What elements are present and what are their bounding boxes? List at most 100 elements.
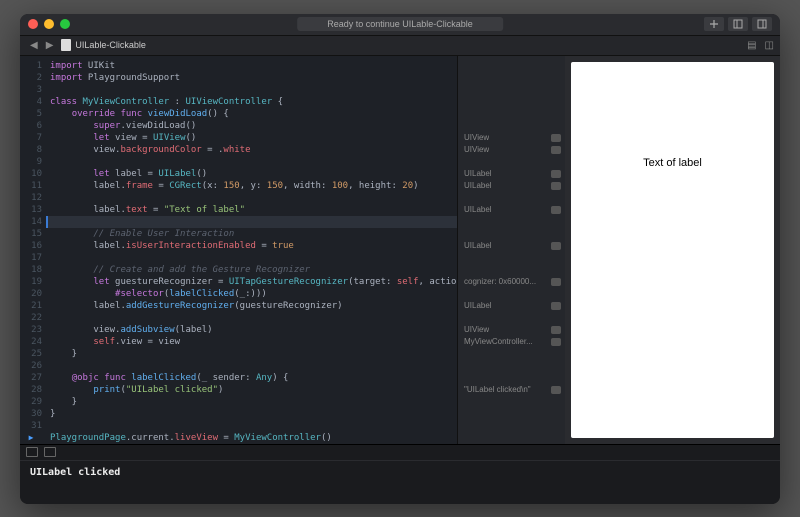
live-view-canvas[interactable]: Text of label — [571, 62, 774, 438]
line-number: 22 — [20, 312, 42, 324]
add-button[interactable] — [704, 17, 724, 31]
line-number: 2 — [20, 72, 42, 84]
result-label: UIView — [464, 324, 489, 336]
code-line[interactable]: import UIKit — [50, 60, 457, 72]
debug-console: UILabel clicked — [20, 444, 780, 504]
quicklook-icon[interactable] — [551, 302, 561, 310]
code-line[interactable]: import PlaygroundSupport — [50, 72, 457, 84]
console-variables-toggle[interactable] — [26, 447, 38, 457]
quicklook-icon[interactable] — [551, 206, 561, 214]
zoom-window-button[interactable] — [60, 19, 70, 29]
code-line[interactable] — [46, 216, 457, 228]
code-line[interactable]: } — [50, 408, 457, 420]
nav-forward-button[interactable]: ▶ — [42, 40, 58, 51]
result-label: UILabel — [464, 180, 492, 192]
quicklook-icon[interactable] — [551, 338, 561, 346]
result-row — [464, 192, 561, 204]
code-line[interactable] — [50, 360, 457, 372]
code-line[interactable]: let view = UIView() — [50, 132, 457, 144]
code-line[interactable]: print("UILabel clicked") — [50, 384, 457, 396]
code-line[interactable]: override func viewDidLoad() { — [50, 108, 457, 120]
line-number: 10 — [20, 168, 42, 180]
result-row — [464, 288, 561, 300]
breadcrumb[interactable]: UILable-Clickable — [61, 39, 146, 51]
line-number: 18 — [20, 264, 42, 276]
line-number: 8 — [20, 144, 42, 156]
code-line[interactable]: #selector(labelClicked(_:))) — [50, 288, 457, 300]
code-line[interactable]: let label = UILabel() — [50, 168, 457, 180]
result-label: "UILabel clicked\n" — [464, 384, 531, 396]
code-line[interactable]: // Create and add the Gesture Recognizer — [50, 264, 457, 276]
library-toggle-button[interactable] — [728, 17, 748, 31]
result-row: UIView — [464, 324, 561, 336]
code-line[interactable] — [50, 84, 457, 96]
main-area: 1234567891011121314151617181920212223242… — [20, 56, 780, 444]
console-output-toggle[interactable] — [44, 447, 56, 457]
line-number: 20 — [20, 288, 42, 300]
quicklook-icon[interactable] — [551, 278, 561, 286]
result-row — [464, 408, 561, 420]
status-pill: Ready to continue UILable-Clickable — [297, 17, 503, 31]
result-row: cognizer: 0x60000... — [464, 276, 561, 288]
live-view-panel: Text of label — [565, 56, 780, 444]
code-line[interactable]: label.isUserInteractionEnabled = true — [50, 240, 457, 252]
code-line[interactable] — [50, 192, 457, 204]
result-label: UIView — [464, 132, 489, 144]
results-sidebar: UIViewUIViewUILabelUILabelUILabelUILabel… — [457, 56, 565, 444]
code-line[interactable]: label.text = "Text of label" — [50, 204, 457, 216]
console-output[interactable]: UILabel clicked — [20, 461, 780, 504]
editor-options-icon[interactable]: ▤ — [747, 40, 756, 51]
code-line[interactable]: label.addGestureRecognizer(guestureRecog… — [50, 300, 457, 312]
code-line[interactable]: view.addSubview(label) — [50, 324, 457, 336]
result-row: MyViewController... — [464, 336, 561, 348]
quicklook-icon[interactable] — [551, 170, 561, 178]
code-line[interactable]: self.view = view — [50, 336, 457, 348]
code-line[interactable]: let guestureRecognizer = UITapGestureRec… — [50, 276, 457, 288]
quicklook-icon[interactable] — [551, 182, 561, 190]
line-number: 13 — [20, 204, 42, 216]
code-line[interactable]: @objc func labelClicked(_ sender: Any) { — [50, 372, 457, 384]
line-number: 30 — [20, 408, 42, 420]
preview-uilabel[interactable]: Text of label — [643, 157, 702, 169]
code-line[interactable] — [50, 420, 457, 432]
line-number: 19 — [20, 276, 42, 288]
result-row — [464, 216, 561, 228]
code-line[interactable]: class MyViewController : UIViewControlle… — [50, 96, 457, 108]
quicklook-icon[interactable] — [551, 134, 561, 142]
code-line[interactable] — [50, 156, 457, 168]
result-label: cognizer: 0x60000... — [464, 276, 536, 288]
quicklook-icon[interactable] — [551, 386, 561, 394]
code-line[interactable]: // Enable User Interaction — [50, 228, 457, 240]
close-window-button[interactable] — [28, 19, 38, 29]
result-label: UILabel — [464, 240, 492, 252]
code-line[interactable]: PlaygroundPage.current.liveView = MyView… — [50, 432, 457, 444]
result-label: UILabel — [464, 204, 492, 216]
result-row: UIView — [464, 132, 561, 144]
line-number: 26 — [20, 360, 42, 372]
result-row — [464, 72, 561, 84]
adjust-editor-icon[interactable]: ◫ — [765, 40, 774, 51]
quicklook-icon[interactable] — [551, 326, 561, 334]
code-line[interactable] — [50, 312, 457, 324]
run-playground-button[interactable]: ▶ — [20, 432, 42, 444]
code-line[interactable]: label.frame = CGRect(x: 150, y: 150, wid… — [50, 180, 457, 192]
line-number: 6 — [20, 120, 42, 132]
line-number: 17 — [20, 252, 42, 264]
code-line[interactable]: view.backgroundColor = .white — [50, 144, 457, 156]
result-row — [464, 96, 561, 108]
quicklook-icon[interactable] — [551, 242, 561, 250]
code-line[interactable] — [50, 252, 457, 264]
inspectors-toggle-button[interactable] — [752, 17, 772, 31]
code-line[interactable]: super.viewDidLoad() — [50, 120, 457, 132]
quicklook-icon[interactable] — [551, 146, 561, 154]
nav-back-button[interactable]: ◀ — [26, 40, 42, 51]
code-editor[interactable]: import UIKitimport PlaygroundSupport clas… — [46, 56, 457, 444]
code-line[interactable]: } — [50, 348, 457, 360]
editor-column: 1234567891011121314151617181920212223242… — [20, 56, 565, 444]
code-line[interactable]: } — [50, 396, 457, 408]
result-row: "UILabel clicked\n" — [464, 384, 561, 396]
minimize-window-button[interactable] — [44, 19, 54, 29]
line-number: 24 — [20, 336, 42, 348]
result-row: UILabel — [464, 168, 561, 180]
window-controls — [28, 19, 70, 29]
